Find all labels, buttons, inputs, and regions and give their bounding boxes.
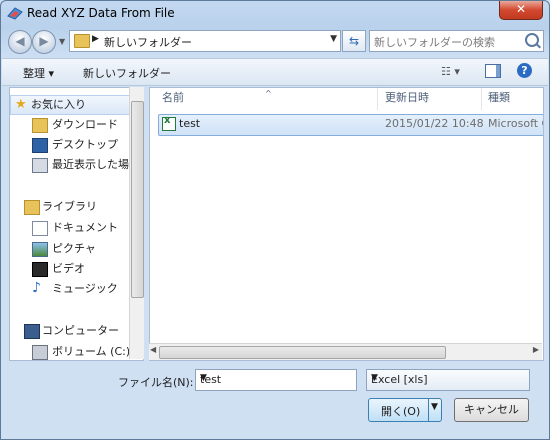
excel-file-icon: [162, 115, 176, 131]
nav-item-favorites[interactable]: ★ お気に入り: [10, 95, 130, 115]
nav-label: ビデオ: [52, 262, 85, 275]
nav-label: ボリューム (C:): [52, 345, 131, 358]
column-header-modified[interactable]: 更新日時: [385, 88, 429, 110]
nav-label: ライブラリ: [42, 200, 97, 213]
file-name-dropdown-icon[interactable]: ▼: [200, 373, 353, 383]
scrollbar-thumb[interactable]: [159, 346, 446, 359]
column-header-type[interactable]: 種類: [488, 88, 510, 110]
computer-icon: [24, 324, 40, 339]
chevron-down-icon[interactable]: ▼: [371, 373, 525, 383]
file-modified: 2015/01/22 10:48: [385, 117, 484, 130]
search-placeholder: 新しいフォルダーの検索: [374, 36, 495, 49]
libraries-icon: [24, 200, 40, 215]
nav-label: デスクトップ: [52, 138, 118, 151]
folder-icon: [74, 34, 90, 48]
file-list-horizontal-scrollbar[interactable]: ◀ ▶: [149, 343, 542, 360]
file-list: 名前 ^ 更新日時 種類 test 2015/01/22 10:48 Micro…: [149, 87, 544, 361]
recent-places-icon: [32, 158, 48, 173]
file-type: Microsoft O: [488, 117, 544, 130]
open-options-dropdown-icon[interactable]: ▼: [431, 402, 438, 412]
column-header-name[interactable]: 名前: [162, 88, 184, 110]
videos-icon: [32, 262, 48, 277]
file-name-label: ファイル名(N):: [118, 376, 194, 389]
nav-label: ドキュメント: [52, 221, 118, 234]
scroll-right-icon[interactable]: ▶: [533, 345, 539, 354]
split-divider: [428, 398, 429, 422]
file-type-select[interactable]: Excel [xls] ▼: [366, 369, 530, 391]
open-button-label: 開く(O): [381, 405, 421, 418]
new-folder-button[interactable]: 新しいフォルダー: [83, 65, 171, 81]
drive-icon: [32, 345, 48, 360]
sort-arrow-icon: ^: [265, 89, 272, 98]
breadcrumb-arrow-icon[interactable]: ▶: [92, 34, 99, 44]
nav-label: お気に入り: [31, 98, 86, 111]
close-button[interactable]: ✕: [499, 1, 543, 20]
navigation-pane: ★ お気に入り ダウンロード デスクトップ 最近表示した場所 ライブラリ ドキュ…: [9, 87, 144, 361]
nav-label: ミュージック: [52, 282, 118, 295]
preview-pane-icon[interactable]: [485, 64, 501, 78]
search-icon: [525, 33, 539, 47]
address-dropdown-icon[interactable]: ▼: [330, 34, 337, 44]
back-button[interactable]: ◀: [8, 30, 32, 54]
music-note-icon: ♪: [32, 280, 41, 296]
title-bar: Read XYZ Data From File ✕: [1, 1, 549, 25]
desktop-icon: [32, 138, 48, 153]
address-bar[interactable]: ▶ 新しいフォルダー ▼: [69, 30, 341, 52]
search-input[interactable]: 新しいフォルダーの検索: [369, 30, 544, 52]
forward-button[interactable]: ▶: [32, 30, 56, 54]
file-row[interactable]: [158, 114, 543, 136]
file-name-field[interactable]: test ▼: [195, 369, 357, 391]
view-options-button[interactable]: ☷ ▾: [441, 65, 460, 78]
nav-label: ピクチャ: [52, 242, 96, 255]
pictures-icon: [32, 242, 48, 257]
address-path[interactable]: 新しいフォルダー: [104, 34, 192, 50]
column-divider[interactable]: [377, 88, 378, 110]
history-dropdown-icon[interactable]: ▼: [59, 37, 67, 46]
file-name[interactable]: test: [179, 117, 200, 130]
window-title: Read XYZ Data From File: [27, 6, 175, 20]
scrollbar-thumb[interactable]: [131, 101, 144, 298]
nav-label: 最近表示した場所: [52, 158, 140, 171]
star-icon: ★: [15, 97, 27, 112]
refresh-button[interactable]: ⇆: [342, 30, 366, 52]
documents-icon: [32, 221, 48, 236]
command-bar: 整理 ▾ 新しいフォルダー ☷ ▾ ?: [2, 58, 548, 86]
downloads-folder-icon: [32, 118, 48, 133]
cancel-button[interactable]: キャンセル: [454, 398, 529, 422]
open-file-dialog: Read XYZ Data From File ✕ ◀ ▶ ▼ ▶ 新しいフォル…: [0, 0, 550, 440]
app-icon: [7, 7, 23, 20]
help-icon[interactable]: ?: [517, 63, 532, 78]
navigation-pane-scrollbar[interactable]: [129, 87, 144, 359]
organize-button[interactable]: 整理 ▾: [23, 65, 54, 81]
nav-label: コンピューター: [42, 324, 119, 337]
column-divider[interactable]: [481, 88, 482, 110]
nav-label: ダウンロード: [52, 118, 118, 131]
scroll-left-icon[interactable]: ◀: [150, 345, 156, 354]
